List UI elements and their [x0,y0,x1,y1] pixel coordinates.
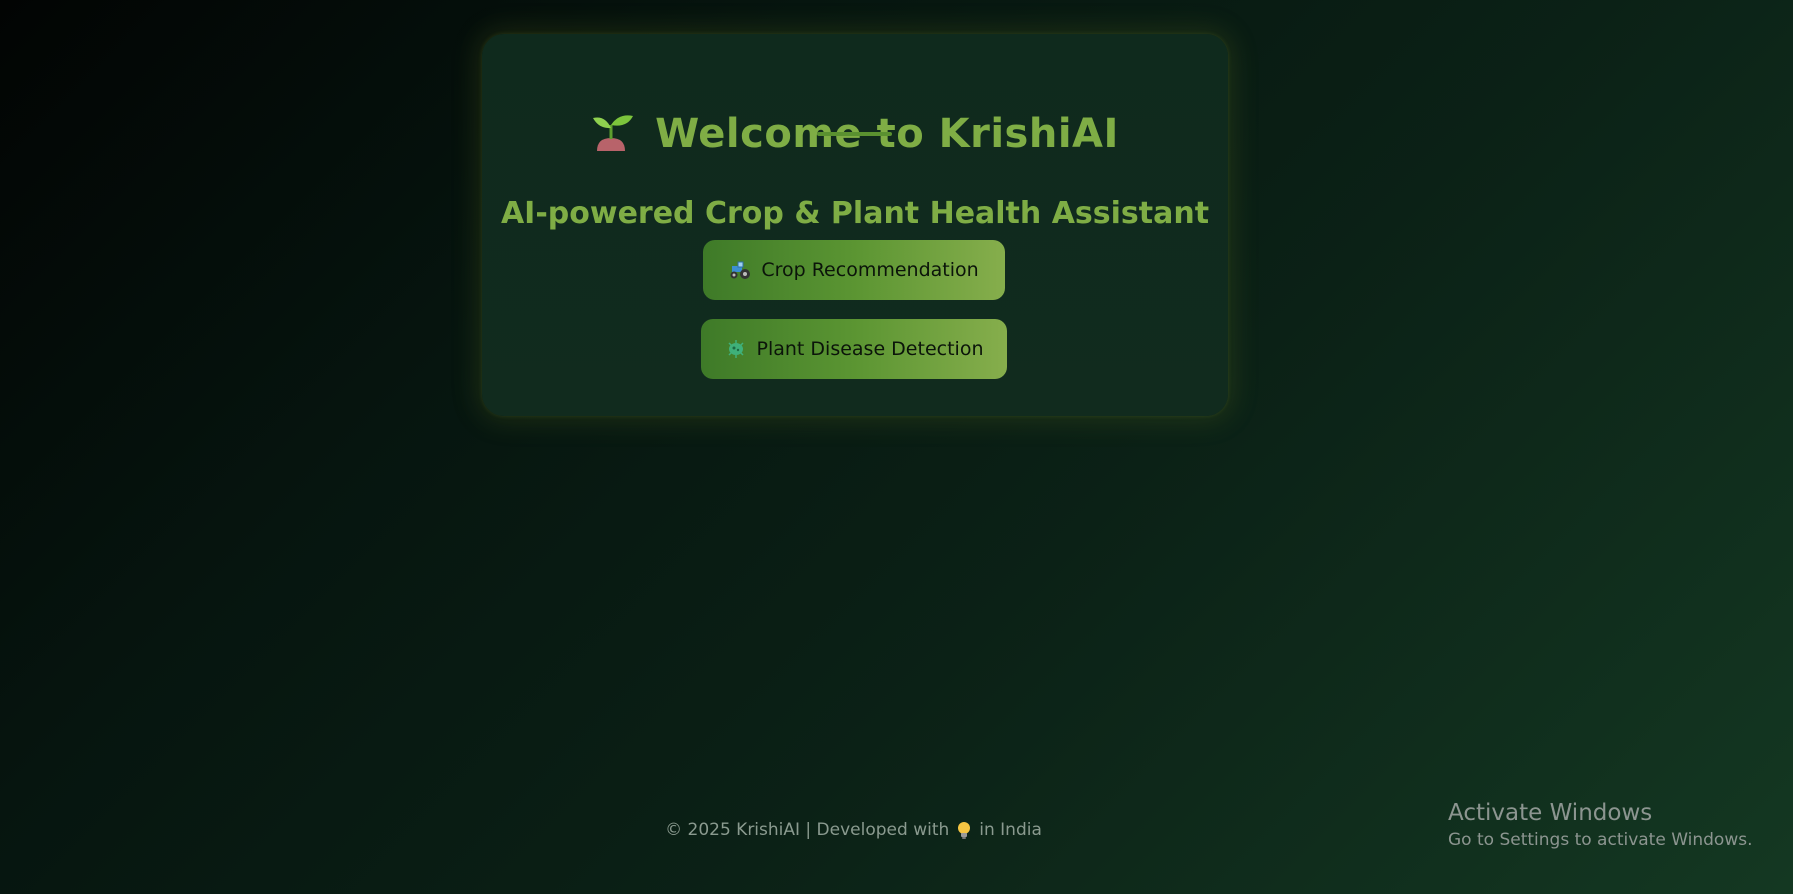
sprout-icon [591,111,637,157]
activate-windows-subtitle: Go to Settings to activate Windows. [1448,830,1753,850]
plant-disease-detection-button[interactable]: Plant Disease Detection [701,319,1007,379]
plant-disease-detection-label: Plant Disease Detection [756,338,984,360]
crop-recommendation-button[interactable]: Crop Recommendation [703,240,1005,300]
footer-suffix: in India [979,820,1042,840]
activate-windows-title: Activate Windows [1448,800,1653,826]
welcome-card: Welcome to KrishiAI AI-powered Crop & Pl… [482,34,1228,416]
subtitle: AI-powered Crop & Plant Health Assistant [500,196,1210,231]
microbe-icon [725,338,747,360]
title-underline [817,132,892,136]
lightbulb-icon [955,820,973,840]
activate-windows-watermark: Activate Windows Go to Settings to activ… [1448,798,1753,852]
footer-prefix: © 2025 KrishiAI | Developed with [665,820,950,840]
crop-recommendation-label: Crop Recommendation [761,259,979,281]
tractor-icon [729,259,751,281]
